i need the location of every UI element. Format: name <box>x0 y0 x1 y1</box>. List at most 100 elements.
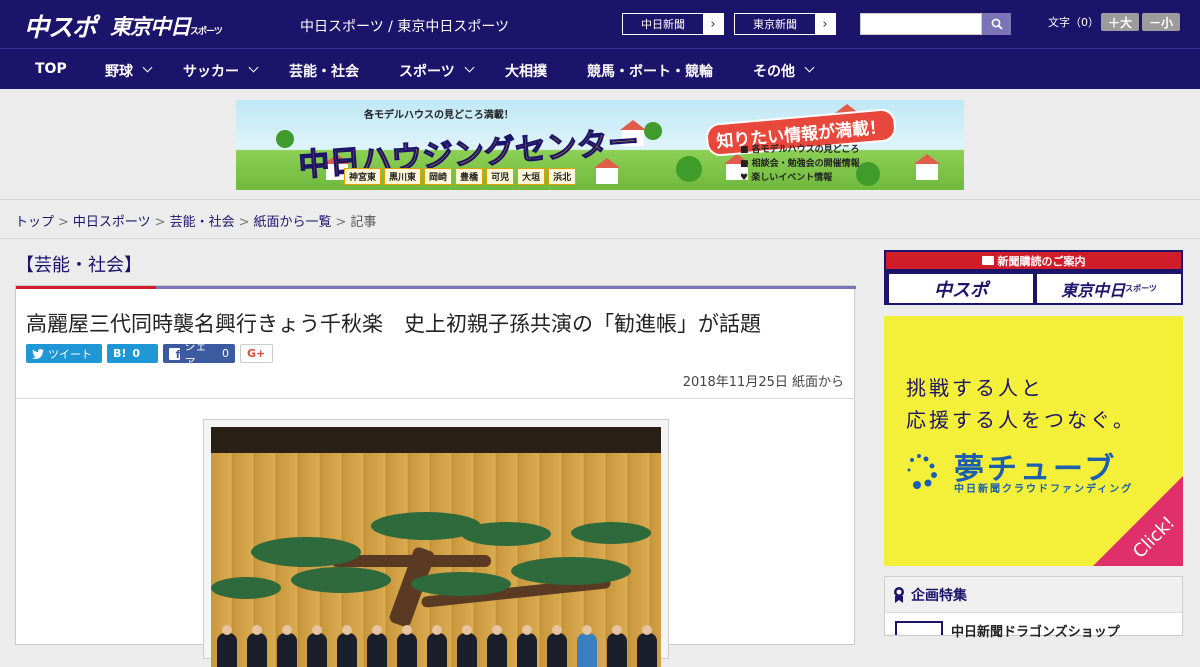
tokyo-chunichi-logo[interactable]: 東京中日スポーツ <box>110 11 223 41</box>
banner-info-line: ■ 各モデルハウスの見どころ <box>740 145 860 155</box>
performer-figure <box>487 625 507 667</box>
performer-figure <box>397 625 417 667</box>
facebook-count: 0 <box>222 347 229 360</box>
article-photo-frame <box>203 419 669 667</box>
article-top-rule <box>16 286 856 289</box>
banner-town-list: 神宮東 黒川東 岡崎 豊橋 可児 大垣 浜北 <box>344 168 577 185</box>
subscribe-chuspo-button[interactable]: 中スポ <box>889 274 1033 303</box>
site-title[interactable]: 中日スポーツ / 東京中日スポーツ <box>300 16 509 36</box>
feature-link[interactable]: 中日新聞ドラゴンズショップ <box>951 621 1120 640</box>
chevron-down-icon[interactable] <box>804 62 815 73</box>
pine-foliage <box>511 557 631 585</box>
tokyo-logo-small: スポーツ <box>190 27 223 37</box>
chevron-right-icon: › <box>703 14 723 34</box>
font-larger-button[interactable]: ＋大 <box>1101 13 1139 31</box>
tree-illustration <box>276 130 294 148</box>
chevron-right-icon: › <box>815 14 835 34</box>
top-header: 中スポ 東京中日スポーツ 中日スポーツ / 東京中日スポーツ 中日新聞 › 東京… <box>0 0 1200 48</box>
banner-info-line: ■ 相談会・勉強会の開催情報 <box>740 159 860 169</box>
article-category: 【芸能・社会】 <box>16 255 142 276</box>
font-size-label: 文字（0） <box>1048 16 1099 29</box>
chevron-down-icon[interactable] <box>248 62 259 73</box>
special-feature-title: 企画特集 <box>911 587 967 604</box>
yume-tube-banner[interactable]: 挑戦する人と 応援する人をつなぐ。 夢チューブ 中日新聞クラウドファンディング … <box>884 316 1183 566</box>
performer-figure <box>457 625 477 667</box>
ribbon-badge-icon <box>894 586 904 603</box>
subscription-box: 新聞購読のご案内 中スポ 東京中日 スポーツ <box>884 250 1183 305</box>
chevron-down-icon[interactable] <box>142 62 153 73</box>
nav-keiba[interactable]: 競馬・ボート・競輪 <box>587 61 713 81</box>
hatena-count: 0 <box>132 347 141 360</box>
yume-dots-icon <box>907 454 937 489</box>
breadcrumb-separator: > <box>58 215 69 230</box>
pine-foliage <box>461 522 551 546</box>
tokyo-shimbun-label: 東京新聞 <box>753 18 797 31</box>
breadcrumb-entertainment[interactable]: 芸能・社会 <box>170 215 235 230</box>
special-feature-box: 企画特集 中日新聞ドラゴンズショップ <box>884 576 1183 640</box>
nav-top[interactable]: TOP <box>35 61 67 77</box>
nav-soccer[interactable]: サッカー <box>183 61 239 81</box>
chunichi-shimbun-label: 中日新聞 <box>641 18 685 31</box>
breadcrumb-separator: > <box>154 215 166 230</box>
special-feature-header: 企画特集 <box>885 577 1182 613</box>
article-headline: 高麗屋三代同時襲名興行きょう千秋楽 史上初親子孫共演の「勧進帳」が話題 <box>26 312 761 336</box>
hatena-icon: B! <box>113 347 127 360</box>
performer-figure <box>217 625 237 667</box>
town-tag: 黒川東 <box>384 168 422 185</box>
feature-thumbnail[interactable] <box>895 621 943 635</box>
article-divider <box>16 398 854 399</box>
search-button[interactable] <box>982 13 1011 35</box>
house-illustration <box>914 154 940 180</box>
pine-foliage <box>251 537 361 567</box>
article-top-rule-accent <box>16 286 156 289</box>
nav-baseball[interactable]: 野球 <box>105 61 133 81</box>
breadcrumb-separator: > <box>335 215 347 230</box>
breadcrumb-home[interactable]: トップ <box>15 215 54 230</box>
breadcrumb-paper-list[interactable]: 紙面から一覧 <box>254 215 332 230</box>
font-smaller-button[interactable]: －小 <box>1142 13 1180 31</box>
subscribe-tokyo-text: 東京中日 <box>1061 280 1126 300</box>
town-tag: 豊橋 <box>455 168 484 185</box>
breadcrumb-separator: > <box>238 215 250 230</box>
pine-foliage <box>291 567 391 593</box>
tokyo-shimbun-link[interactable]: 東京新聞 › <box>734 13 836 35</box>
performer-figure <box>307 625 327 667</box>
town-tag: 岡崎 <box>424 168 453 185</box>
performer-figure <box>427 625 447 667</box>
facebook-icon: f <box>169 347 181 361</box>
nav-entertainment[interactable]: 芸能・社会 <box>289 61 359 81</box>
tree-illustration <box>676 156 702 182</box>
tree-illustration <box>644 122 662 140</box>
performer-figure <box>637 625 657 667</box>
facebook-share-button[interactable]: f シェア 0 <box>163 340 235 369</box>
breadcrumb: トップ > 中日スポーツ > 芸能・社会 > 紙面から一覧 > 記事 <box>15 211 376 230</box>
tweet-button[interactable]: ツイート <box>26 344 102 363</box>
article-card: 高麗屋三代同時襲名興行きょう千秋楽 史上初親子孫共演の「勧進帳」が話題 ツイート… <box>15 285 856 667</box>
google-plus-button[interactable]: G+ <box>240 344 273 363</box>
nav-sumo[interactable]: 大相撲 <box>505 61 547 81</box>
town-tag: 可児 <box>486 168 515 185</box>
subscribe-tokyo-chunichi-button[interactable]: 東京中日 スポーツ <box>1037 274 1181 303</box>
housing-center-banner[interactable]: 各モデルハウスの見どころ満載！ 中日ハウジングセンター 知りたい情報が満載！ ■… <box>236 100 964 190</box>
yume-tagline: 挑戦する人と <box>906 376 1044 400</box>
google-plus-icon: G+ <box>247 347 266 360</box>
breadcrumb-chunichi-sports[interactable]: 中日スポーツ <box>73 215 151 230</box>
performer-figure <box>547 625 567 667</box>
banner-info-text: 楽しいイベント情報 <box>751 173 833 183</box>
nav-other[interactable]: その他 <box>753 61 795 81</box>
search-input[interactable] <box>860 13 982 35</box>
tokyo-logo-text: 東京中日 <box>110 15 191 39</box>
subscription-header: 新聞購読のご案内 <box>886 252 1181 269</box>
chevron-down-icon[interactable] <box>464 62 475 73</box>
main-nav: TOP 野球 サッカー 芸能・社会 スポーツ 大相撲 競馬・ボート・競輪 その他 <box>0 48 1200 89</box>
nav-sports[interactable]: スポーツ <box>399 61 455 81</box>
article-photo[interactable] <box>211 427 661 667</box>
chuspo-logo[interactable]: 中スポ <box>24 8 97 44</box>
article-pubdate: 2018年11月25日 紙面から <box>682 375 844 390</box>
chunichi-shimbun-link[interactable]: 中日新聞 › <box>622 13 724 35</box>
breadcrumb-divider <box>0 238 1200 239</box>
banner-subtitle: 各モデルハウスの見どころ満載！ <box>364 110 514 121</box>
hatena-bookmark-button[interactable]: B! 0 <box>107 344 158 363</box>
town-tag: 大垣 <box>517 168 546 185</box>
house-illustration <box>594 158 620 184</box>
